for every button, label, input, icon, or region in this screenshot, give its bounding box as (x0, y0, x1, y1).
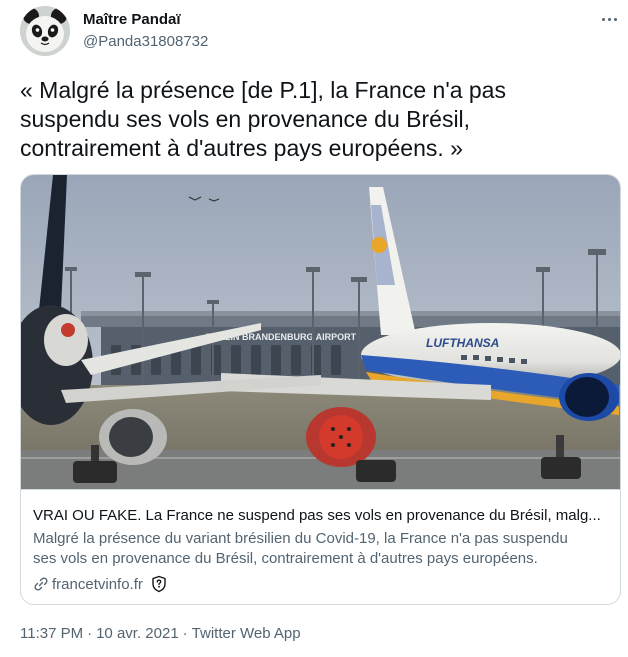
card-description: Malgré la présence du variant brésilien … (33, 529, 613, 569)
tweet-source[interactable]: Twitter Web App (192, 625, 301, 642)
card-title[interactable]: VRAI OU FAKE. La France ne suspend pas s… (33, 507, 613, 524)
more-options-icon[interactable] (596, 10, 622, 28)
dot (613, 17, 617, 21)
card-domain-row[interactable]: francetvinfo.fr (33, 575, 167, 593)
tweet: Maître Pandaï @Panda31808732 « Malgré la… (0, 0, 628, 657)
tweet-time[interactable]: 11:37 PM (20, 625, 83, 642)
author-handle[interactable]: @Panda31808732 (83, 33, 208, 50)
tweet-date[interactable]: 10 avr. 2021 (96, 625, 179, 642)
tweet-meta: 11:37 PM · 10 avr. 2021 · Twitter Web App (20, 625, 301, 642)
author-name[interactable]: Maître Pandaï (83, 11, 181, 28)
card-domain[interactable]: francetvinfo.fr (52, 576, 143, 593)
tweet-text-line: contrairement à d'autres pays européens.… (20, 135, 463, 161)
shield-question-icon[interactable] (151, 575, 167, 593)
tweet-text: « Malgré la présence [de P.1], la France… (20, 76, 610, 163)
dot (601, 17, 605, 21)
panda-avatar-icon[interactable] (20, 6, 70, 56)
link-card[interactable]: BERLIN BRANDENBURG AIRPORT LUFTHANSA VRA… (20, 174, 621, 605)
dot (607, 17, 611, 21)
card-description-line: ses vols en provenance du Brésil, contra… (33, 550, 538, 567)
meta-separator: · (182, 625, 188, 642)
meta-separator: · (87, 625, 93, 642)
livery-lettering: LUFTHANSA (426, 336, 499, 350)
tweet-text-line: « Malgré la présence [de P.1], la France… (20, 77, 506, 103)
card-image[interactable]: BERLIN BRANDENBURG AIRPORT LUFTHANSA (21, 175, 620, 489)
card-description-line: Malgré la présence du variant brésilien … (33, 530, 568, 547)
link-icon (34, 577, 48, 591)
card-body[interactable]: VRAI OU FAKE. La France ne suspend pas s… (21, 489, 620, 604)
tweet-text-line: suspendu ses vols en provenance du Brési… (20, 106, 471, 132)
